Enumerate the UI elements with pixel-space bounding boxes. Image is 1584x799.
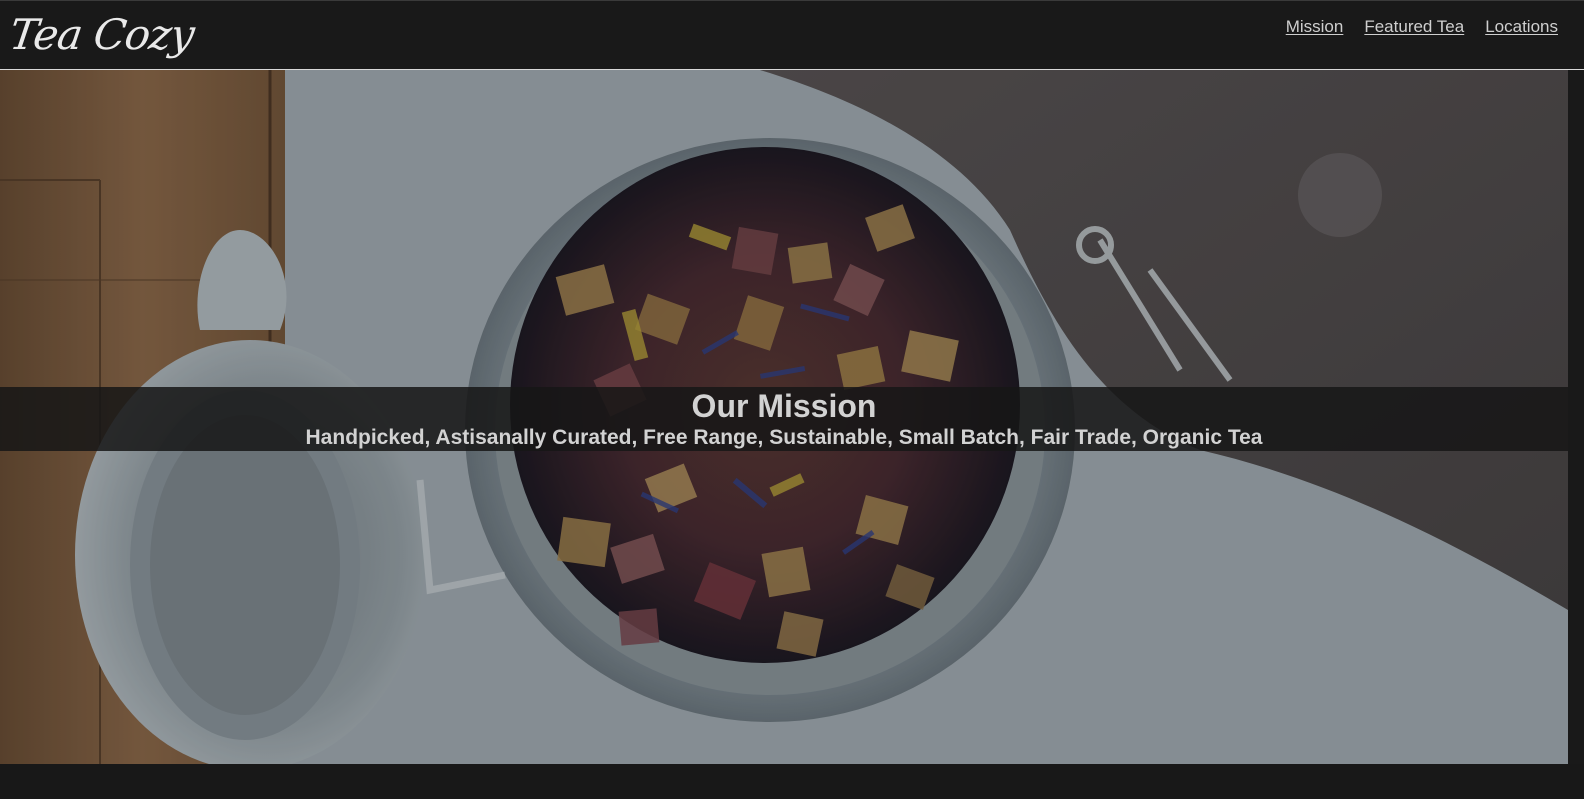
nav-link-featured-tea[interactable]: Featured Tea [1364, 17, 1464, 37]
footer-strip [0, 764, 1584, 799]
hero-section: Our Mission Handpicked, Astisanally Cura… [0, 70, 1568, 764]
scrollbar-track[interactable] [1568, 70, 1584, 764]
mission-title: Our Mission [691, 388, 877, 424]
site-logo[interactable]: Tea Cozy [6, 5, 198, 65]
nav-link-mission[interactable]: Mission [1286, 17, 1344, 37]
site-header: Tea Cozy Mission Featured Tea Locations [0, 0, 1584, 70]
mission-subtitle: Handpicked, Astisanally Curated, Free Ra… [305, 426, 1263, 449]
page: Tea Cozy Mission Featured Tea Locations [0, 0, 1584, 799]
main-nav: Mission Featured Tea Locations [1286, 17, 1558, 37]
nav-link-locations[interactable]: Locations [1485, 17, 1558, 37]
